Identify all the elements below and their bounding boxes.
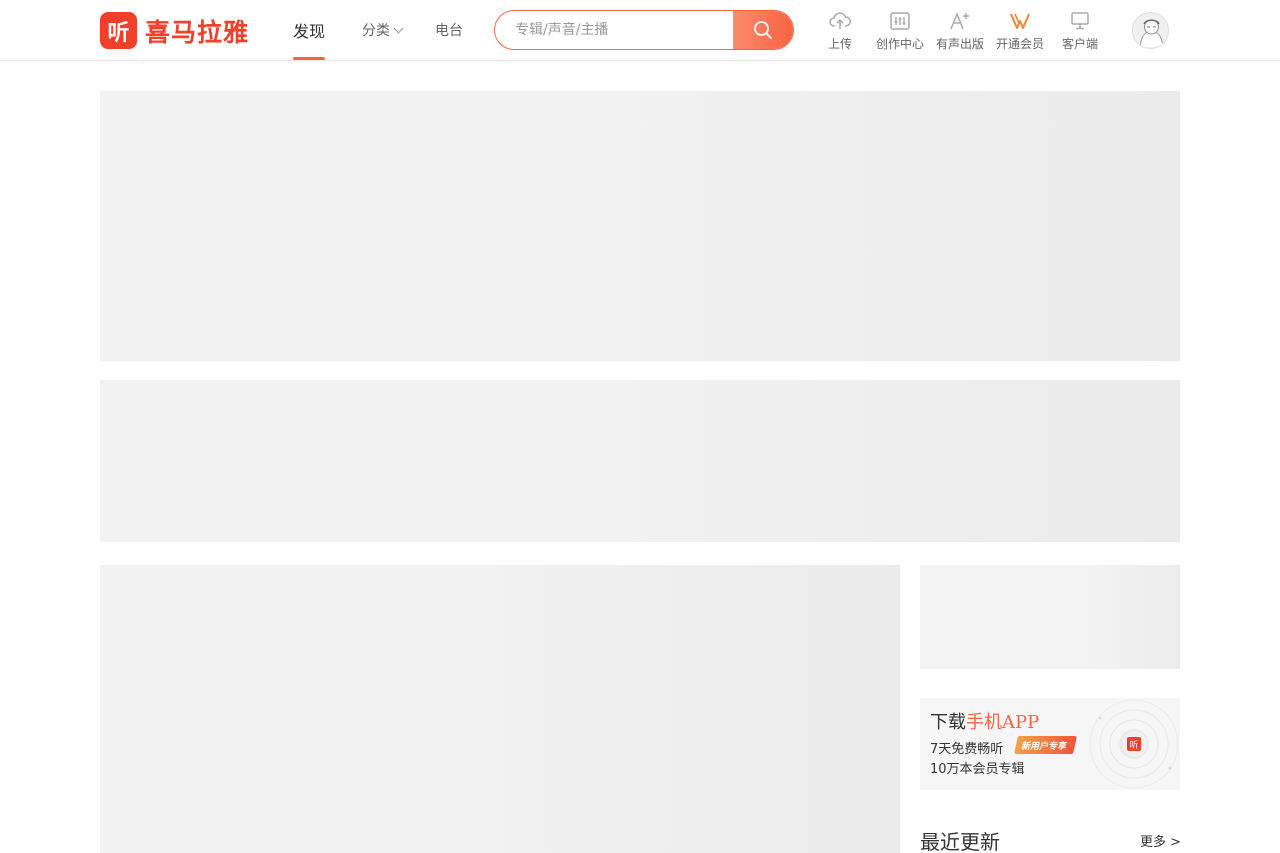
mixer-icon xyxy=(889,10,911,32)
cloud-upload-icon xyxy=(829,10,851,32)
main-content-placeholder xyxy=(100,565,900,853)
nav-active-underline xyxy=(293,57,326,60)
logo-mark: 听 xyxy=(100,12,137,49)
creator-center-label: 创作中心 xyxy=(875,37,924,51)
download-app-line1: 7天免费畅听 xyxy=(930,742,1004,757)
nav-category[interactable]: 分类 xyxy=(362,0,404,60)
logo-text: 喜马拉雅 xyxy=(145,17,250,47)
side-card-placeholder xyxy=(920,565,1180,669)
recent-updates-more-link[interactable]: 更多 > xyxy=(1140,831,1181,850)
nav-discover[interactable]: 发现 xyxy=(293,0,326,60)
vip-icon xyxy=(1009,10,1031,32)
app-logo-icon: 听 xyxy=(1127,737,1141,751)
download-app-line2: 10万本会员专辑 xyxy=(930,762,1025,777)
vip-label: 开通会员 xyxy=(995,37,1044,51)
audio-publishing-button[interactable]: 有声出版 xyxy=(930,10,990,54)
avatar[interactable] xyxy=(1132,12,1169,49)
chevron-down-icon xyxy=(393,23,404,33)
logo[interactable]: 听 喜马拉雅 xyxy=(100,12,249,49)
new-user-badge: 新用户专享 xyxy=(1014,736,1077,754)
nav-radio[interactable]: 电台 xyxy=(435,0,463,60)
creator-center-button[interactable]: 创作中心 xyxy=(870,10,930,54)
download-app-title-accent: 手机APP xyxy=(966,712,1040,733)
top-header: 听 喜马拉雅 发现 分类 电台 上传 xyxy=(0,0,1280,61)
vip-button[interactable]: 开通会员 xyxy=(990,10,1050,54)
recent-updates-title: 最近更新 xyxy=(920,830,1000,853)
client-button[interactable]: 客户端 xyxy=(1050,10,1110,54)
upload-button[interactable]: 上传 xyxy=(810,10,870,54)
search-input[interactable] xyxy=(495,11,733,49)
avatar-face-icon xyxy=(1133,13,1168,48)
download-app-title-prefix: 下载 xyxy=(930,712,966,733)
font-plus-icon xyxy=(949,10,971,32)
category-strip-placeholder xyxy=(100,380,1180,542)
client-label: 客户端 xyxy=(1061,37,1098,51)
search-box xyxy=(494,10,794,50)
nav-discover-label: 发现 xyxy=(293,22,326,41)
banner-placeholder xyxy=(100,91,1180,361)
search-icon xyxy=(754,21,772,39)
audio-publishing-label: 有声出版 xyxy=(935,37,984,51)
download-app-title: 下载手机APP xyxy=(930,708,1039,734)
search-button[interactable] xyxy=(733,11,793,49)
nav-radio-label: 电台 xyxy=(435,23,463,39)
download-app-card[interactable]: 下载手机APP 7天免费畅听 新用户专享 10万本会员专辑 听 xyxy=(920,698,1180,790)
monitor-icon xyxy=(1069,10,1091,32)
upload-label: 上传 xyxy=(827,37,852,51)
nav-category-label: 分类 xyxy=(362,23,390,39)
